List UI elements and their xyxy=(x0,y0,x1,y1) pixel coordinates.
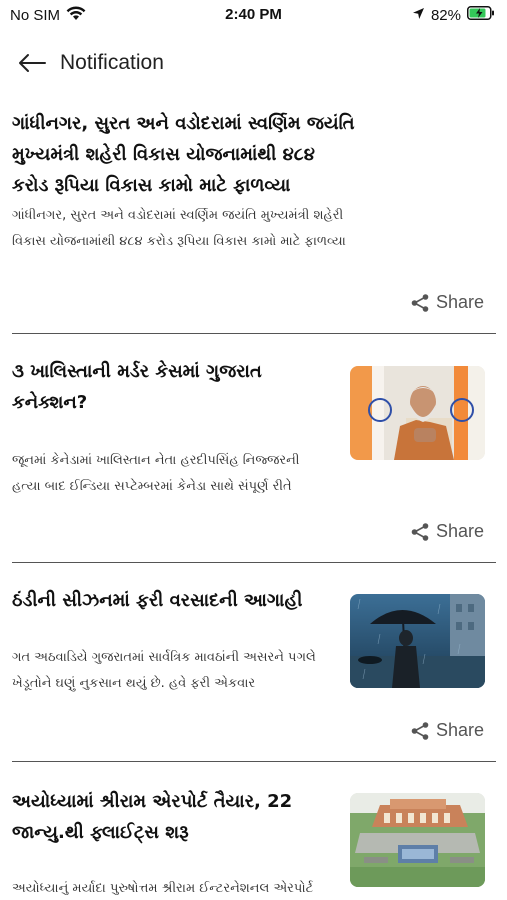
page-title: Notification xyxy=(60,51,164,74)
share-icon xyxy=(411,522,429,541)
news-thumbnail xyxy=(350,594,485,688)
share-label: Share xyxy=(435,292,484,312)
back-button[interactable] xyxy=(12,43,52,83)
notification-title: ૩ ખાલિસ્તાની મર્ડર કેસમાં ગુજરાત કનેક્શન… xyxy=(12,361,262,413)
share-icon xyxy=(411,721,429,740)
app-header: Notification xyxy=(0,40,507,86)
share-button[interactable]: Share xyxy=(410,720,484,741)
battery-charging-icon xyxy=(467,6,495,24)
notification-item[interactable]: અયોધ્યામાં શ્રીરામ એરપોર્ટ તૈયાર, 22 જાન… xyxy=(12,762,496,900)
status-indicators: 82% xyxy=(412,6,495,24)
notification-list: ગાંધીનગર, સુરત અને વડોદરામાં સ્વર્ણિમ જય… xyxy=(12,100,496,900)
notification-summary: ગાંધીનગર, સુરત અને વડોદરામાં સ્વર્ણિમ જય… xyxy=(12,208,346,249)
news-thumbnail xyxy=(350,793,485,887)
notification-summary: અયોધ્યાનું મર્યાદા પુરુષોત્તમ શ્રીરામ ઈન… xyxy=(12,881,314,896)
notification-title: ગાંધીનગર, સુરત અને વડોદરામાં સ્વર્ણિમ જય… xyxy=(12,113,355,196)
status-bar: No SIM 2:40 PM 82% xyxy=(0,0,507,32)
share-button[interactable]: Share xyxy=(410,292,484,313)
notification-title: ઠંડીની સીઝનમાં ફરી વરસાદની આગાહી xyxy=(12,590,303,611)
notification-summary: ગત અઠવાડિયે ગુજરાતમાં સાર્વત્રિક માવઠાંન… xyxy=(12,650,316,691)
location-arrow-icon xyxy=(412,7,425,24)
share-label: Share xyxy=(435,521,484,541)
notification-item[interactable]: ૩ ખાલિસ્તાની મર્ડર કેસમાં ગુજરાત કનેક્શન… xyxy=(12,334,496,563)
share-button[interactable]: Share xyxy=(410,521,484,542)
battery-percent: 82% xyxy=(430,6,461,24)
notification-item[interactable]: ગાંધીનગર, સુરત અને વડોદરામાં સ્વર્ણિમ જય… xyxy=(12,100,496,334)
news-thumbnail xyxy=(350,366,485,460)
notification-title: અયોધ્યામાં શ્રીરામ એરપોર્ટ તૈયાર, 22 જાન… xyxy=(12,791,293,843)
notification-item[interactable]: ઠંડીની સીઝનમાં ફરી વરસાદની આગાહી ગત અઠવા… xyxy=(12,563,496,762)
notification-summary: જૂનમાં કેનેડામાં ખાલિસ્તાન નેતા હરદીપસિં… xyxy=(12,453,300,494)
share-icon xyxy=(411,293,429,312)
arrow-left-icon xyxy=(19,54,46,72)
share-label: Share xyxy=(435,720,484,740)
